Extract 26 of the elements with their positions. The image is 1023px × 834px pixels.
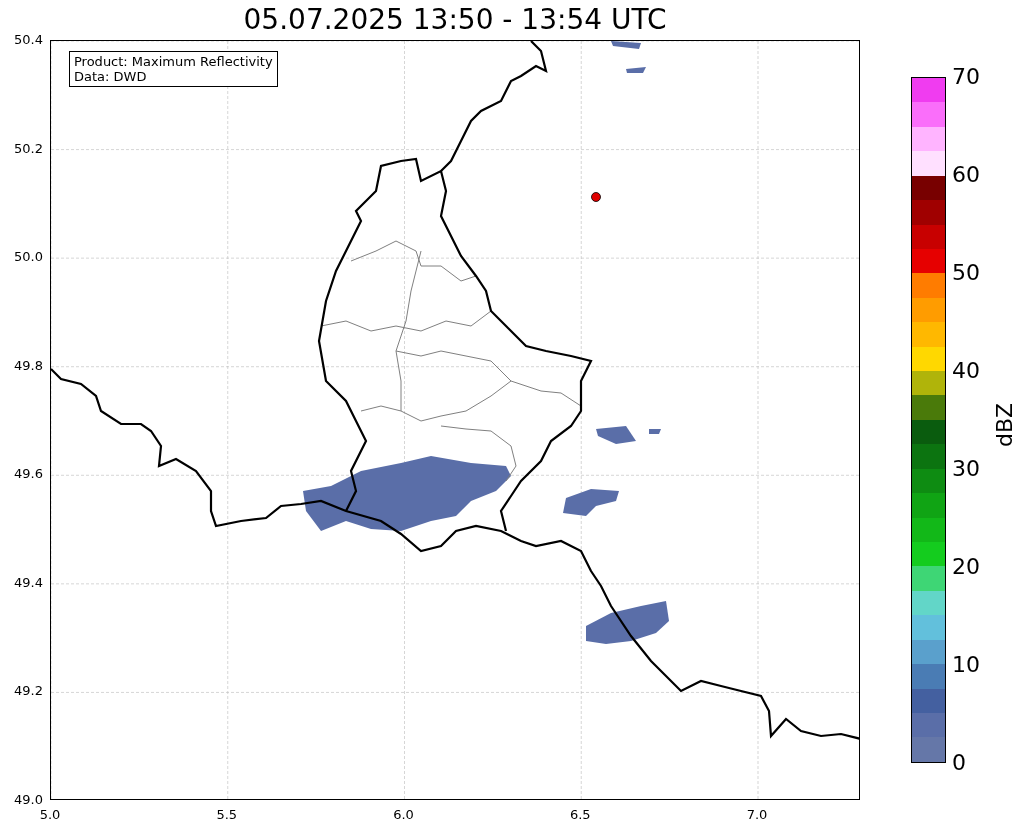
y-tick-label: 49.2 bbox=[14, 684, 43, 698]
x-tick-label: 5.5 bbox=[216, 808, 238, 821]
y-tick-label: 49.4 bbox=[14, 575, 43, 589]
x-tick-label: 6.5 bbox=[569, 808, 591, 821]
y-tick-label: 49.0 bbox=[14, 793, 43, 806]
info-text: Data: DWD bbox=[74, 69, 148, 84]
colorbar-tick-label: 70 bbox=[952, 66, 980, 88]
info-text: Product: Maximum Reflectivity bbox=[74, 54, 273, 69]
y-tick-label: 50.0 bbox=[14, 250, 43, 264]
x-tick-label: 6.0 bbox=[393, 808, 414, 821]
location-marker bbox=[591, 192, 601, 202]
x-tick-label: 7.0 bbox=[746, 808, 768, 821]
colorbar-tick-label: 30 bbox=[952, 458, 980, 480]
colorbar-label: dBZ bbox=[994, 402, 1016, 448]
colorbar-tick-label: 60 bbox=[952, 164, 980, 186]
y-tick-label: 50.2 bbox=[14, 141, 43, 155]
chart-title: 05.07.2025 13:50 - 13:54 UTC bbox=[243, 6, 667, 34]
x-tick-label: 5.0 bbox=[39, 808, 61, 821]
y-tick-label: 49.6 bbox=[14, 467, 43, 481]
colorbar-tick-label: 10 bbox=[952, 654, 980, 676]
y-tick-label: 50.4 bbox=[14, 33, 43, 46]
colorbar-tick-label: 0 bbox=[952, 752, 966, 774]
colorbar-tick-label: 40 bbox=[952, 360, 980, 382]
colorbar-tick-label: 50 bbox=[952, 262, 980, 284]
colorbar-tick-label: 20 bbox=[952, 556, 980, 578]
y-tick-label: 49.8 bbox=[14, 358, 43, 372]
